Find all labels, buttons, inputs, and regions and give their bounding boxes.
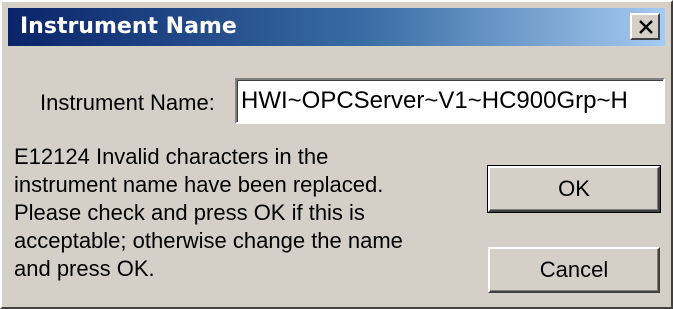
message-line: and press OK. [14,256,155,281]
message-line: acceptable; otherwise change the name [14,228,403,253]
instrument-name-dialog: Instrument Name Instrument Name: E12124 … [0,0,673,309]
dialog-title: Instrument Name [20,14,237,39]
message-line: instrument name have been replaced. [14,172,384,197]
close-icon [639,20,653,34]
instrument-name-label: Instrument Name: [40,90,215,115]
cancel-button[interactable]: Cancel [488,247,660,293]
close-button[interactable] [630,13,660,40]
message-line: Please check and press OK if this is [14,200,365,225]
instrument-name-input[interactable] [235,78,665,124]
ok-button[interactable]: OK [487,165,661,213]
error-message: E12124 Invalid characters in the instrum… [14,143,474,283]
message-line: E12124 Invalid characters in the [14,144,329,169]
title-bar[interactable]: Instrument Name [8,8,665,46]
